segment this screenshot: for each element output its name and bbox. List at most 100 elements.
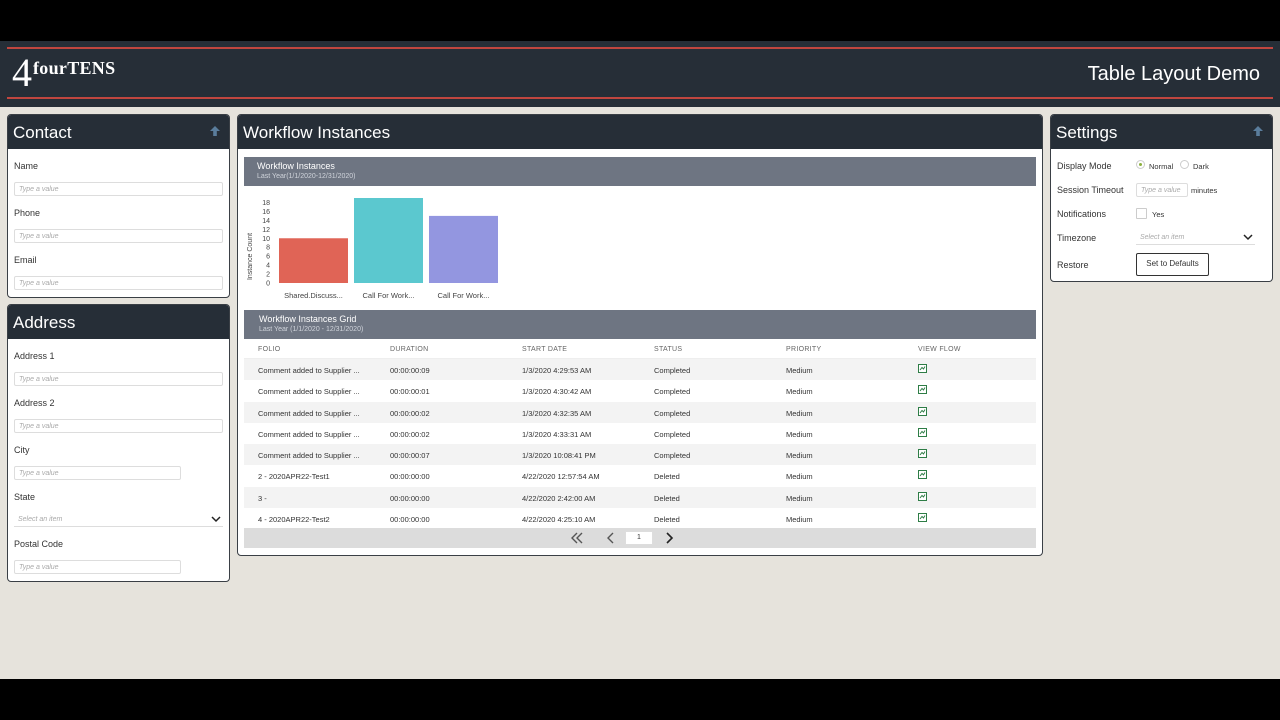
- y-tick-label: 6: [266, 254, 270, 261]
- page-number[interactable]: 1: [625, 531, 653, 545]
- column-header[interactable]: DURATION: [390, 346, 428, 353]
- table-cell: Medium: [786, 387, 813, 397]
- city-input[interactable]: Type a value: [14, 466, 181, 480]
- chevron-down-icon: [211, 516, 221, 523]
- contact-title: Contact: [13, 123, 72, 142]
- table-row[interactable]: Comment added to Supplier ... 00:00:00:02…: [244, 423, 1036, 444]
- normal-mode-radio[interactable]: [1136, 160, 1145, 169]
- column-header[interactable]: PRIORITY: [786, 346, 821, 353]
- table-cell: 1/3/2020 4:33:31 AM: [522, 429, 592, 439]
- header-bottom-line: [7, 97, 1273, 99]
- table-cell: Deleted: [654, 472, 680, 482]
- grid-body: Comment added to Supplier ... 00:00:00:09…: [244, 359, 1036, 529]
- table-cell: Medium: [786, 429, 813, 439]
- table-cell: 1/3/2020 4:32:35 AM: [522, 408, 592, 418]
- table-cell: Medium: [786, 472, 813, 482]
- table-cell: Comment added to Supplier ...: [258, 429, 360, 439]
- table-cell: Medium: [786, 515, 813, 525]
- collapse-up-icon[interactable]: [208, 124, 222, 138]
- view-flow-icon[interactable]: [918, 491, 927, 501]
- app: 4 fourTENS Table Layout Demo Contact Nam…: [0, 41, 1280, 679]
- state-select-value: Select an item: [18, 516, 63, 523]
- view-flow-icon[interactable]: [918, 406, 927, 416]
- column-header[interactable]: START DATE: [522, 346, 567, 353]
- phone-input[interactable]: Type a value: [14, 229, 223, 243]
- city-label: City: [14, 445, 30, 455]
- x-tick-label: Shared.Discuss...: [284, 291, 343, 300]
- workflow-grid: FOLIO DURATION START DATE STATUS PRIORIT…: [244, 341, 1036, 529]
- app-title: Table Layout Demo: [1087, 63, 1260, 85]
- table-cell: 00:00:00:07: [390, 451, 430, 461]
- address1-input[interactable]: Type a value: [14, 372, 223, 386]
- table-row[interactable]: 4 - 2020APR22-Test2 00:00:00:00 4/22/2020 …: [244, 508, 1036, 529]
- workflow-title: Workflow Instances: [243, 123, 391, 142]
- table-row[interactable]: Comment added to Supplier ... 00:00:00:01…: [244, 380, 1036, 401]
- name-label: Name: [14, 161, 39, 171]
- notifications-checkbox[interactable]: [1136, 208, 1147, 219]
- restore-label: Restore: [1057, 260, 1089, 270]
- table-cell: Medium: [786, 366, 813, 375]
- y-tick-label: 4: [266, 263, 270, 270]
- email-input[interactable]: Type a value: [14, 276, 223, 290]
- table-cell: Completed: [654, 366, 691, 375]
- table-cell: Comment added to Supplier ...: [258, 387, 360, 397]
- column-header[interactable]: FOLIO: [258, 346, 281, 353]
- workflow-panel: Workflow Instances Workflow Instances La…: [237, 114, 1043, 556]
- table-cell: Completed: [654, 408, 691, 418]
- column-header[interactable]: STATUS: [654, 346, 682, 353]
- table-cell: Completed: [654, 387, 691, 397]
- y-tick-label: 14: [262, 218, 270, 225]
- session-timeout-input[interactable]: Type a value: [1136, 183, 1188, 197]
- next-page-icon[interactable]: [662, 531, 676, 545]
- table-cell: 00:00:00:00: [390, 493, 430, 503]
- view-flow-icon[interactable]: [918, 449, 927, 459]
- previous-page-icon[interactable]: [604, 531, 618, 545]
- view-flow-icon[interactable]: [918, 513, 927, 523]
- y-tick-label: 18: [262, 200, 270, 207]
- table-row[interactable]: Comment added to Supplier ... 00:00:00:07…: [244, 444, 1036, 466]
- workflow-bar-chart: Instance Count 0 2 4 6 8 10 12 14 16 18 Shared.Disc…: [247, 198, 498, 300]
- table-cell: 00:00:00:02: [390, 408, 430, 418]
- y-tick-label: 12: [262, 227, 270, 234]
- collapse-up-icon[interactable]: [1251, 124, 1265, 138]
- table-row[interactable]: 2 - 2020APR22-Test1 00:00:00:00 4/22/2020 …: [244, 465, 1036, 486]
- address2-input[interactable]: Type a value: [14, 419, 223, 433]
- table-cell: 00:00:00:02: [390, 429, 430, 439]
- table-cell: Medium: [786, 493, 813, 503]
- view-flow-icon[interactable]: [918, 470, 927, 480]
- contact-panel-header: Contact: [8, 115, 229, 149]
- address-title: Address: [13, 313, 76, 332]
- logo-number: 4: [12, 50, 32, 95]
- bar: [279, 238, 348, 283]
- state-select[interactable]: Select an item: [14, 513, 223, 527]
- address-panel-header: Address: [8, 305, 229, 339]
- name-input[interactable]: Type a value: [14, 182, 223, 196]
- timezone-select[interactable]: Select an item: [1136, 231, 1255, 245]
- grid-subtitle: Last Year (1/1/2020 - 12/31/2020): [259, 326, 364, 333]
- y-tick-label: 16: [262, 209, 270, 216]
- y-tick-label: 2: [266, 272, 270, 279]
- table-cell: Medium: [786, 408, 813, 418]
- table-cell: 4 - 2020APR22-Test2: [258, 515, 330, 525]
- address1-label: Address 1: [14, 351, 55, 361]
- postal-code-input[interactable]: Type a value: [14, 560, 181, 574]
- chevron-down-icon: [1243, 234, 1253, 241]
- table-row[interactable]: Comment added to Supplier ... 00:00:00:09…: [244, 359, 1036, 381]
- table-cell: Medium: [786, 451, 813, 461]
- table-row[interactable]: 3 - 00:00:00:00 4/22/2020 2:42:00 AM Delete…: [244, 486, 1036, 509]
- timezone-select-value: Select an item: [1140, 234, 1185, 241]
- set-to-defaults-button[interactable]: Set to Defaults: [1136, 253, 1209, 276]
- view-flow-icon[interactable]: [918, 364, 927, 373]
- table-cell: Deleted: [654, 493, 680, 503]
- app-header: 4 fourTENS Table Layout Demo: [0, 41, 1280, 107]
- y-tick-label: 10: [262, 236, 270, 243]
- timezone-label: Timezone: [1057, 233, 1097, 243]
- dark-mode-radio[interactable]: [1180, 160, 1189, 169]
- view-flow-icon[interactable]: [918, 385, 927, 395]
- table-cell: Completed: [654, 451, 691, 461]
- first-page-icon[interactable]: [570, 531, 584, 545]
- table-row[interactable]: Comment added to Supplier ... 00:00:00:02…: [244, 401, 1036, 423]
- view-flow-icon[interactable]: [918, 427, 927, 437]
- email-label: Email: [14, 255, 37, 265]
- column-header[interactable]: VIEW FLOW: [918, 346, 961, 353]
